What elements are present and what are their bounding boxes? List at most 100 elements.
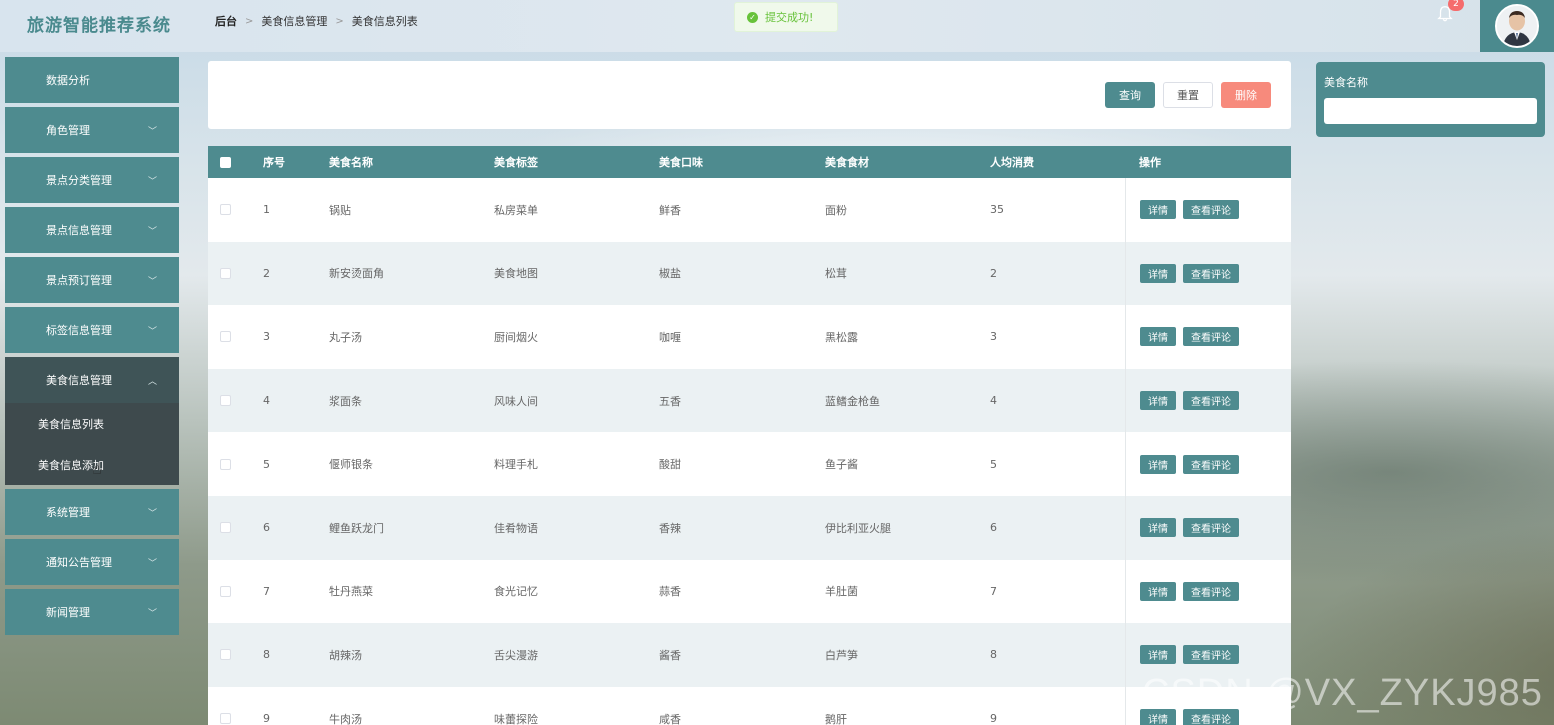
row-checkbox[interactable] [220,395,231,407]
row-checkbox[interactable] [220,649,231,661]
select-all-checkbox[interactable] [220,156,231,168]
row-checkbox[interactable] [220,522,231,534]
table-row: 3 丸子汤 厨间烟火 咖喱 黑松露 3 详情 查看评论 [208,305,1291,369]
view-comments-button[interactable]: 查看评论 [1183,327,1239,347]
sidebar-item-food-info[interactable]: 美食信息管理 ︿ [5,357,179,403]
table-row: 5 偃师银条 料理手札 酸甜 鱼子酱 5 详情 查看评论 [208,432,1291,496]
row-avg-cost: 3 [990,330,997,344]
row-operations: 详情 查看评论 [1125,305,1291,369]
avatar[interactable] [1495,4,1539,48]
row-avg-cost: 9 [990,712,997,725]
row-food-ingredient: 面粉 [825,203,847,217]
view-comments-button[interactable]: 查看评论 [1183,518,1239,538]
row-food-flavor: 蒜香 [659,585,681,599]
row-index: 5 [263,457,270,471]
sidebar-item-role-management[interactable]: 角色管理 ﹀ [5,107,179,153]
row-checkbox[interactable] [220,585,231,597]
sidebar-subitem-food-list[interactable]: 美食信息列表 [5,403,179,444]
row-food-tag: 舌尖漫游 [494,648,538,662]
breadcrumb-separator-icon: > [245,15,254,27]
detail-button[interactable]: 详情 [1140,581,1176,601]
table-row: 9 牛肉汤 味蕾探险 咸香 鹅肝 9 详情 查看评论 [208,686,1291,725]
row-food-tag: 佳肴物语 [494,521,538,535]
chevron-down-icon: ﹀ [147,176,157,187]
chevron-down-icon: ﹀ [147,508,157,519]
row-index: 3 [263,330,270,344]
header-operations: 操作 [1139,156,1161,169]
chevron-down-icon: ﹀ [147,226,157,237]
view-comments-button[interactable]: 查看评论 [1183,645,1239,665]
view-comments-button[interactable]: 查看评论 [1183,454,1239,474]
filter-card: 美食名称 [1316,62,1545,137]
chevron-down-icon: ﹀ [147,126,157,137]
row-food-name: 牡丹燕菜 [329,585,373,599]
row-checkbox[interactable] [220,267,231,279]
row-food-ingredient: 伊比利亚火腿 [825,521,891,535]
row-food-ingredient: 羊肚菌 [825,585,858,599]
view-comments-button[interactable]: 查看评论 [1183,391,1239,411]
sidebar-item-label: 景点分类管理 [46,174,112,187]
chevron-up-icon: ︿ [147,376,157,387]
query-button[interactable]: 查询 [1105,82,1155,108]
view-comments-button[interactable]: 查看评论 [1183,263,1239,283]
row-avg-cost: 4 [990,394,997,408]
user-menu[interactable] [1480,0,1554,52]
row-avg-cost: 35 [990,203,1004,217]
header-food-name: 美食名称 [329,156,373,169]
row-index: 6 [263,521,270,535]
breadcrumb-root[interactable]: 后台 [215,13,237,29]
sidebar-item-system[interactable]: 系统管理 ﹀ [5,489,179,535]
row-food-ingredient: 白芦笋 [825,648,858,662]
sidebar-item-label: 新闻管理 [46,606,90,619]
sidebar-item-data-analysis[interactable]: 数据分析 [5,57,179,103]
detail-button[interactable]: 详情 [1140,263,1176,283]
detail-button[interactable]: 详情 [1140,327,1176,347]
sidebar-item-notice[interactable]: 通知公告管理 ﹀ [5,539,179,585]
row-operations: 详情 查看评论 [1125,559,1291,624]
row-food-name: 丸子汤 [329,330,362,344]
row-food-flavor: 咸香 [659,712,681,725]
chevron-down-icon: ﹀ [147,276,157,287]
sidebar-item-tag-info[interactable]: 标签信息管理 ﹀ [5,307,179,353]
sidebar-item-scenic-info[interactable]: 景点信息管理 ﹀ [5,207,179,253]
row-checkbox[interactable] [220,331,231,343]
sidebar-item-news[interactable]: 新闻管理 ﹀ [5,589,179,635]
notification-badge: 2 [1448,0,1464,11]
row-food-flavor: 酸甜 [659,458,681,472]
row-food-tag: 食光记忆 [494,585,538,599]
row-food-tag: 厨间烟火 [494,330,538,344]
row-checkbox[interactable] [220,458,231,470]
view-comments-button[interactable]: 查看评论 [1183,581,1239,601]
row-food-name: 偃师银条 [329,458,373,472]
row-food-flavor: 香辣 [659,521,681,535]
row-index: 4 [263,394,270,408]
row-food-tag: 料理手札 [494,458,538,472]
row-avg-cost: 5 [990,457,997,471]
delete-button[interactable]: 删除 [1221,82,1271,108]
breadcrumb-section[interactable]: 美食信息管理 [261,13,327,29]
detail-button[interactable]: 详情 [1140,454,1176,474]
row-food-tag: 私房菜单 [494,203,538,217]
user-avatar-icon [1497,6,1537,46]
watermark: CSDN @VX_ZYKJ985 [1142,672,1543,714]
row-food-flavor: 椒盐 [659,267,681,281]
sidebar-item-scenic-category[interactable]: 景点分类管理 ﹀ [5,157,179,203]
toast-message: 提交成功! [765,11,814,24]
row-food-ingredient: 黑松露 [825,330,858,344]
row-checkbox[interactable] [220,204,231,216]
row-index: 2 [263,266,270,280]
detail-button[interactable]: 详情 [1140,391,1176,411]
reset-button[interactable]: 重置 [1163,82,1213,108]
table-row: 7 牡丹燕菜 食光记忆 蒜香 羊肚菌 7 详情 查看评论 [208,559,1291,624]
detail-button[interactable]: 详情 [1140,518,1176,538]
detail-button[interactable]: 详情 [1140,200,1176,220]
food-table: 序号 美食名称 美食标签 美食口味 美食食材 人均消费 操作 1 锅贴 私房菜单 鲜香… [208,146,1291,725]
view-comments-button[interactable]: 查看评论 [1183,200,1239,220]
sidebar-item-scenic-booking[interactable]: 景点预订管理 ﹀ [5,257,179,303]
detail-button[interactable]: 详情 [1140,645,1176,665]
row-avg-cost: 2 [990,266,997,280]
row-food-name: 新安烫面角 [329,267,384,281]
food-name-input[interactable] [1324,98,1537,124]
row-index: 1 [263,203,270,217]
row-checkbox[interactable] [220,713,231,725]
